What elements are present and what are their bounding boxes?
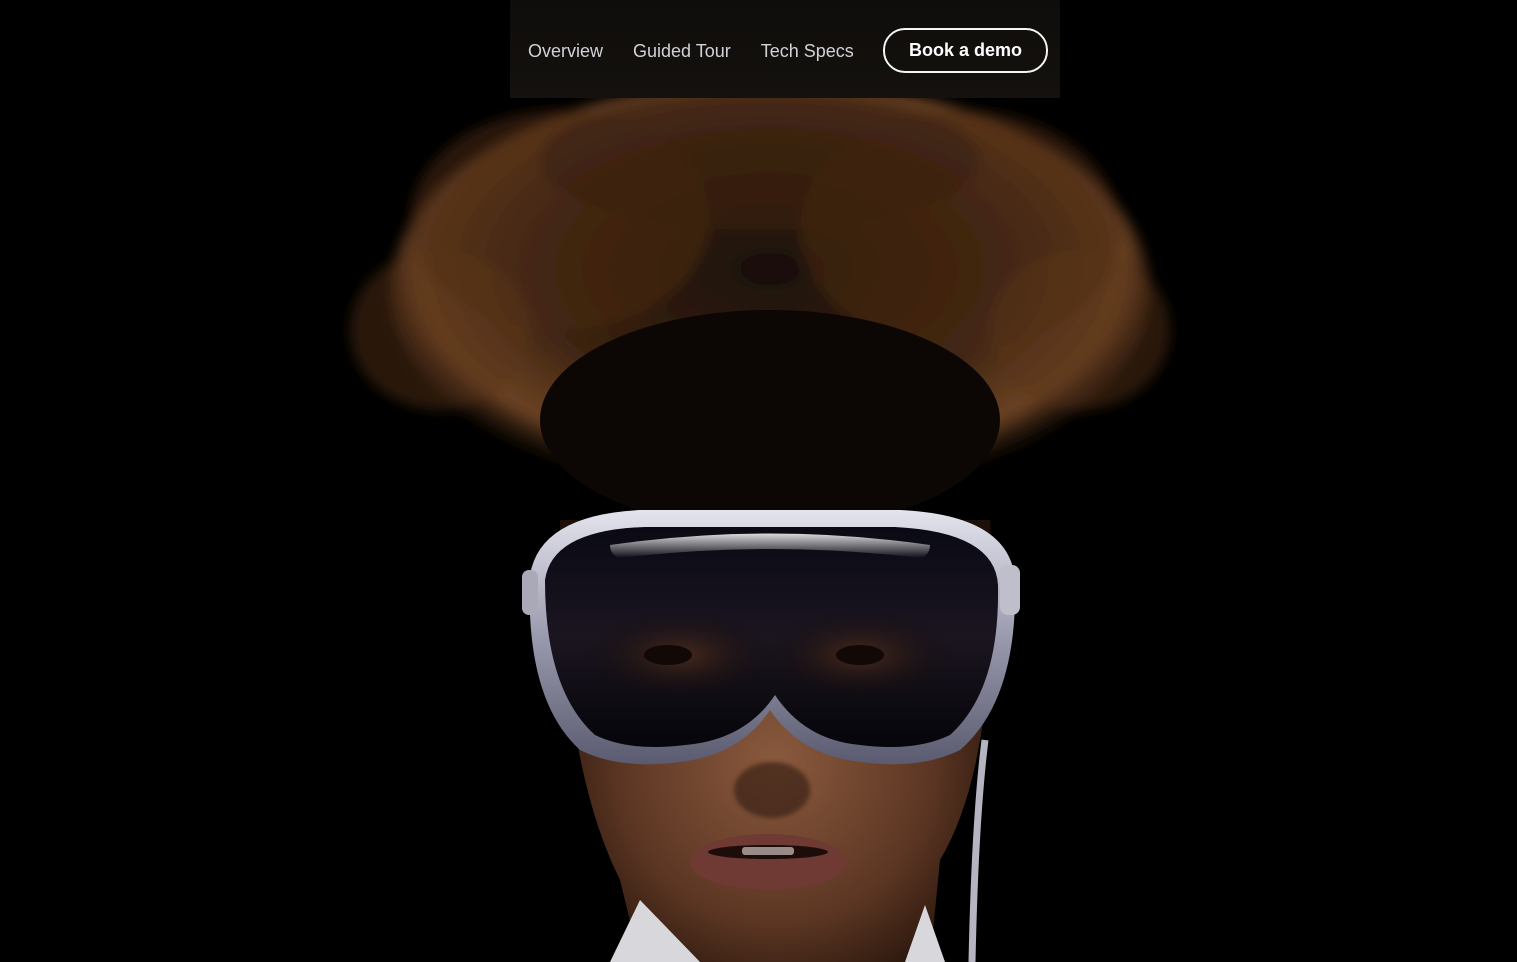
nav-link-overview[interactable]: Overview: [528, 41, 603, 62]
nav-link-guided-tour[interactable]: Guided Tour: [633, 41, 731, 62]
page: Overview Guided Tour Tech Specs Book a d…: [0, 0, 1517, 962]
nav-link-tech-specs[interactable]: Tech Specs: [761, 41, 854, 62]
nav-links: Overview Guided Tour Tech Specs: [528, 41, 884, 62]
sub-navigation: Overview Guided Tour Tech Specs Book a d…: [510, 0, 1060, 98]
book-demo-button[interactable]: Book a demo: [883, 28, 1048, 73]
hero-image: [0, 0, 1517, 962]
